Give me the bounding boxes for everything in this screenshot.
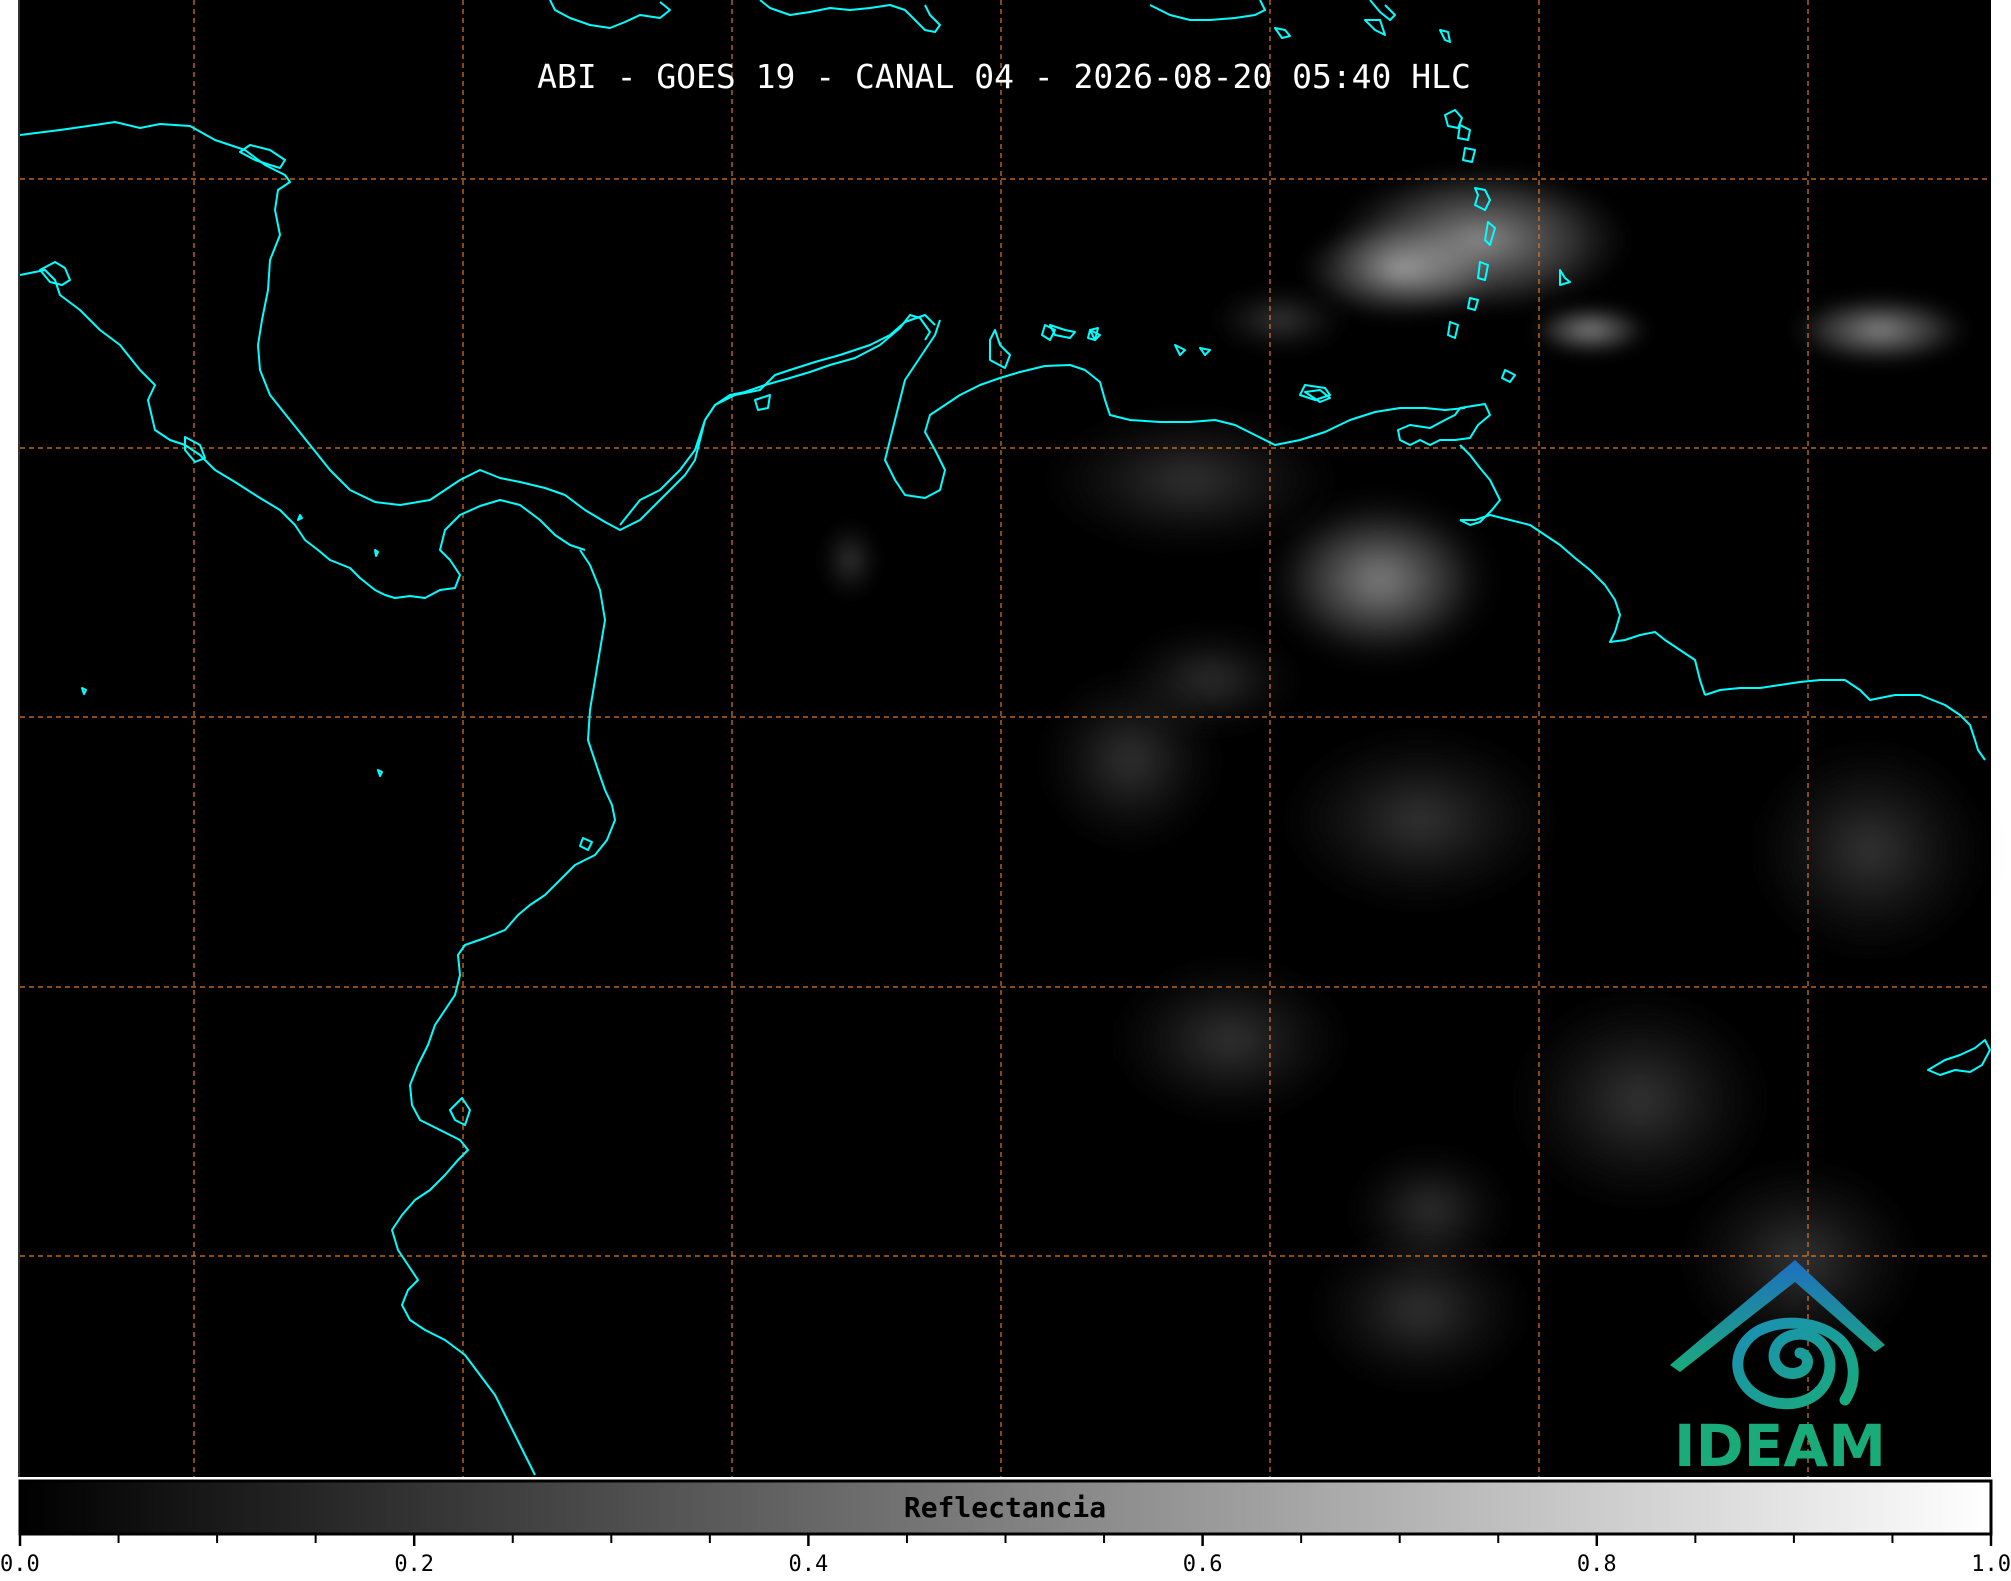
colorbar-tick-label: 0.0: [0, 1552, 40, 1577]
colorbar-tick-label: 0.8: [1577, 1552, 1617, 1577]
satellite-map: ABI - GOES 19 - CANAL 04 - 2026-08-20 05…: [0, 0, 2011, 1477]
colorbar-tick-label: 1.0: [1971, 1552, 2011, 1577]
logo-text: IDEAM: [1674, 1412, 1886, 1477]
colorbar-ticks: [18, 1534, 1993, 1546]
map-canvas: ABI - GOES 19 - CANAL 04 - 2026-08-20 05…: [18, 0, 1991, 1477]
colorbar: Reflectancia 0.0 0.2 0.4 0.6 0.8 1.0: [0, 1477, 2011, 1577]
map-title: ABI - GOES 19 - CANAL 04 - 2026-08-20 05…: [537, 57, 1471, 96]
colorbar-tick-labels: 0.0 0.2 0.4 0.6 0.8 1.0: [0, 1552, 2011, 1577]
colorbar-tick-label: 0.6: [1183, 1552, 1223, 1577]
colorbar-tick-label: 0.4: [789, 1552, 829, 1577]
colorbar-tick-label: 0.2: [394, 1552, 434, 1577]
colorbar-label: Reflectancia: [904, 1491, 1106, 1524]
colorbar-svg: Reflectancia 0.0 0.2 0.4 0.6 0.8 1.0: [0, 1479, 2011, 1577]
